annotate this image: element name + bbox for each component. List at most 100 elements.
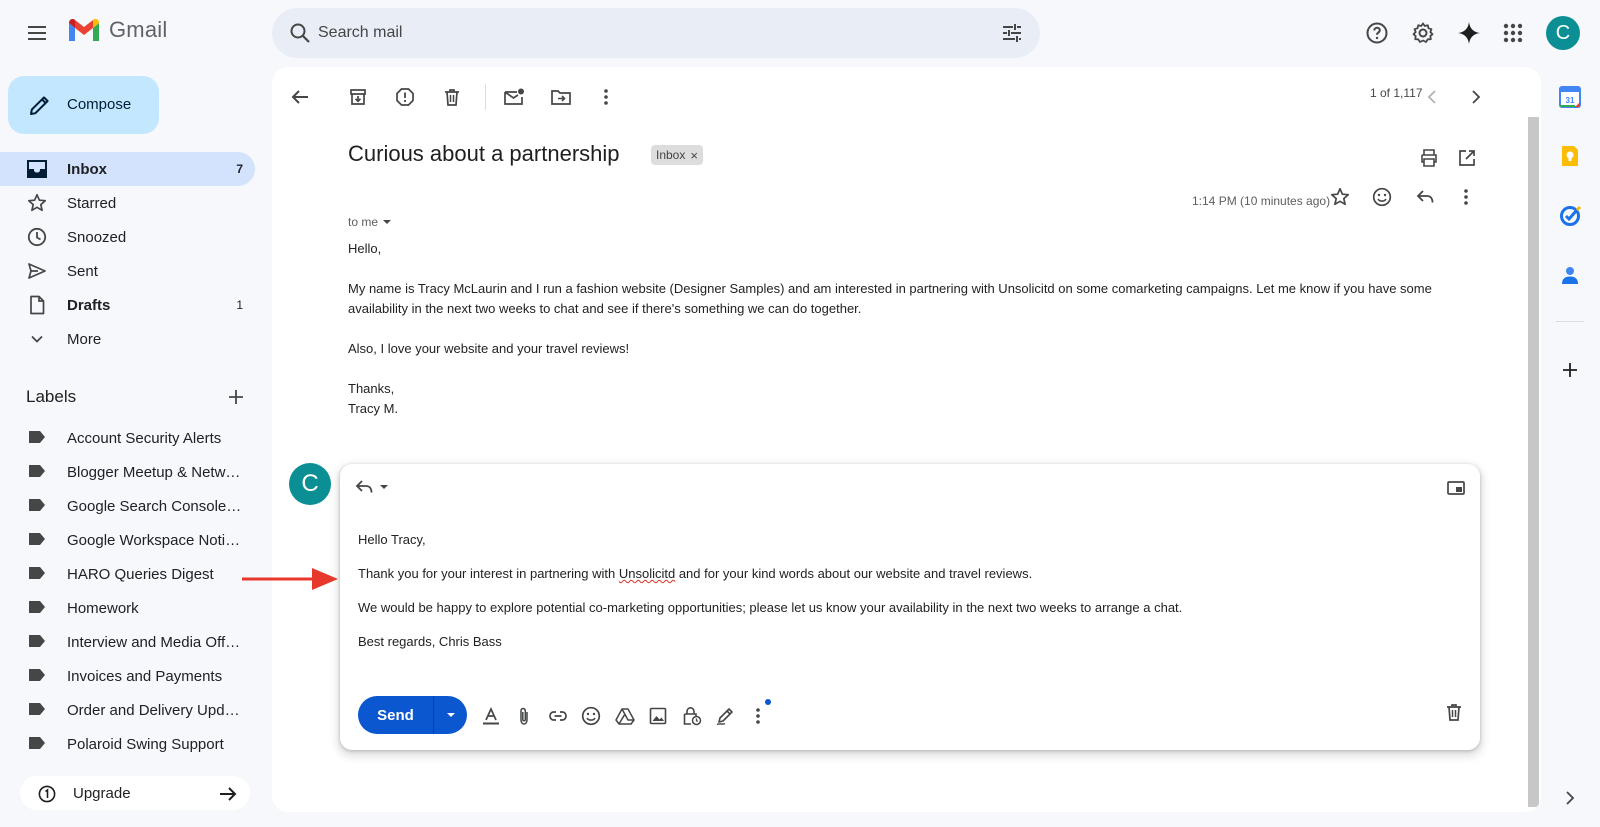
nav-item-snoozed[interactable]: Snoozed — [0, 220, 255, 254]
gear-icon — [1411, 21, 1435, 45]
scrollbar[interactable] — [1528, 117, 1539, 807]
reply-button[interactable] — [1405, 177, 1445, 217]
nav-item-inbox[interactable]: Inbox 7 — [0, 152, 255, 186]
labels-list: Account Security Alerts Blogger Meetup &… — [0, 421, 255, 761]
label-item[interactable]: Blogger Meetup & Networking — [0, 455, 255, 489]
label-item[interactable]: Account Security Alerts — [0, 421, 255, 455]
recipients-toggle[interactable]: to me — [348, 215, 393, 229]
insert-emoji-button[interactable] — [578, 703, 604, 729]
label-item[interactable]: Google Search Console Updates — [0, 489, 255, 523]
label-tag-icon — [29, 737, 45, 749]
keep-app-button[interactable] — [1554, 140, 1586, 172]
label-tag-icon — [29, 499, 45, 511]
search-input[interactable] — [318, 18, 958, 48]
mark-unread-button[interactable] — [494, 77, 534, 117]
add-label-icon[interactable] — [226, 387, 246, 407]
gmail-m-icon — [67, 17, 101, 43]
gmail-logo[interactable]: Gmail — [67, 17, 167, 43]
more-vert-icon — [1463, 188, 1469, 206]
lock-clock-icon — [682, 706, 702, 726]
older-button[interactable] — [1456, 77, 1496, 117]
insert-drive-button[interactable] — [612, 703, 638, 729]
label-tag-icon — [29, 567, 45, 579]
show-side-panel-button[interactable] — [1554, 782, 1586, 814]
send-button[interactable]: Send — [358, 696, 433, 734]
settings-button[interactable] — [1403, 13, 1443, 53]
attach-files-button[interactable] — [511, 703, 537, 729]
more-options-button[interactable] — [745, 703, 771, 729]
google-contacts-icon — [1560, 265, 1580, 285]
google-drive-icon — [615, 706, 635, 726]
inbox-icon — [26, 159, 48, 179]
reply-type-toggle[interactable] — [354, 477, 390, 497]
tasks-app-button[interactable] — [1554, 200, 1586, 232]
label-tag-icon — [29, 465, 45, 477]
formatting-options-button[interactable] — [478, 703, 504, 729]
label-item[interactable]: Invoices and Payments — [0, 659, 255, 693]
confidential-mode-button[interactable] — [679, 703, 705, 729]
body-greeting: Hello, — [348, 241, 382, 256]
send-options-button[interactable] — [433, 696, 467, 734]
report-spam-button[interactable] — [385, 77, 425, 117]
calendar-app-button[interactable]: 31 — [1554, 81, 1586, 113]
nav-item-more[interactable]: More — [0, 322, 255, 356]
chevron-right-icon — [1470, 89, 1482, 105]
label-item[interactable]: Interview and Media Offers — [0, 625, 255, 659]
open-in-new-icon — [1457, 148, 1477, 168]
get-addons-button[interactable] — [1554, 354, 1586, 386]
notification-dot — [765, 699, 771, 705]
remove-label-icon[interactable]: × — [690, 148, 698, 163]
clock-icon — [26, 227, 48, 247]
image-icon — [648, 706, 668, 726]
mail-unread-icon — [503, 87, 525, 107]
archive-button[interactable] — [338, 77, 378, 117]
emoji-react-button[interactable] — [1362, 177, 1402, 217]
insert-photo-button[interactable] — [645, 703, 671, 729]
reply-body[interactable]: Hello Tracy, Thank you for your interest… — [358, 530, 1458, 666]
archive-icon — [348, 87, 368, 107]
more-vert-icon — [603, 88, 609, 106]
google-keep-icon — [1560, 145, 1580, 167]
print-button[interactable] — [1409, 138, 1449, 178]
label-item[interactable]: Order and Delivery Updates — [0, 693, 255, 727]
star-button[interactable] — [1320, 177, 1360, 217]
account-avatar[interactable]: C — [1546, 16, 1580, 50]
reply-paragraph: We would be happy to explore potential c… — [358, 600, 1183, 615]
compose-button[interactable]: Compose — [8, 76, 159, 134]
upgrade-label: Upgrade — [73, 785, 131, 802]
google-apps-button[interactable] — [1493, 13, 1533, 53]
newer-button[interactable] — [1412, 77, 1452, 117]
upgrade-button[interactable]: Upgrade — [20, 776, 250, 810]
nav-item-drafts[interactable]: Drafts 1 — [0, 288, 255, 322]
nav-item-starred[interactable]: Starred — [0, 186, 255, 220]
label-item[interactable]: Polaroid Swing Support — [0, 727, 255, 761]
label-item[interactable]: Homework — [0, 591, 255, 625]
label-name: Invoices and Payments — [67, 668, 223, 685]
label-item[interactable]: Google Workspace Notifications — [0, 523, 255, 557]
delete-button[interactable] — [432, 77, 472, 117]
search-icon[interactable] — [284, 17, 316, 49]
insert-signature-button[interactable] — [712, 703, 738, 729]
nav-item-sent[interactable]: Sent — [0, 254, 255, 288]
email-timestamp: 1:14 PM (10 minutes ago) — [1192, 194, 1331, 208]
insert-link-button[interactable] — [545, 703, 571, 729]
emoji-icon — [1372, 187, 1392, 207]
discard-draft-icon[interactable] — [1444, 702, 1464, 722]
contacts-app-button[interactable] — [1554, 259, 1586, 291]
move-to-button[interactable] — [541, 77, 581, 117]
chevron-down-icon — [26, 329, 48, 349]
search-options-icon[interactable] — [998, 19, 1026, 47]
upgrade-badge-icon — [38, 785, 56, 803]
message-more-button[interactable] — [1446, 177, 1486, 217]
misspelled-word[interactable]: Unsolicitd — [619, 566, 675, 581]
more-actions-button[interactable] — [586, 77, 626, 117]
support-button[interactable] — [1357, 13, 1397, 53]
label-item[interactable]: HARO Queries Digest — [0, 557, 255, 591]
pop-out-reply-icon[interactable] — [1446, 478, 1466, 498]
body-paragraph: My name is Tracy McLaurin and I run a fa… — [348, 281, 1432, 316]
back-button[interactable] — [280, 77, 320, 117]
open-new-window-button[interactable] — [1447, 138, 1487, 178]
gemini-button[interactable] — [1449, 13, 1489, 53]
main-menu-button[interactable] — [17, 13, 57, 53]
nav-label: Snoozed — [67, 229, 127, 246]
